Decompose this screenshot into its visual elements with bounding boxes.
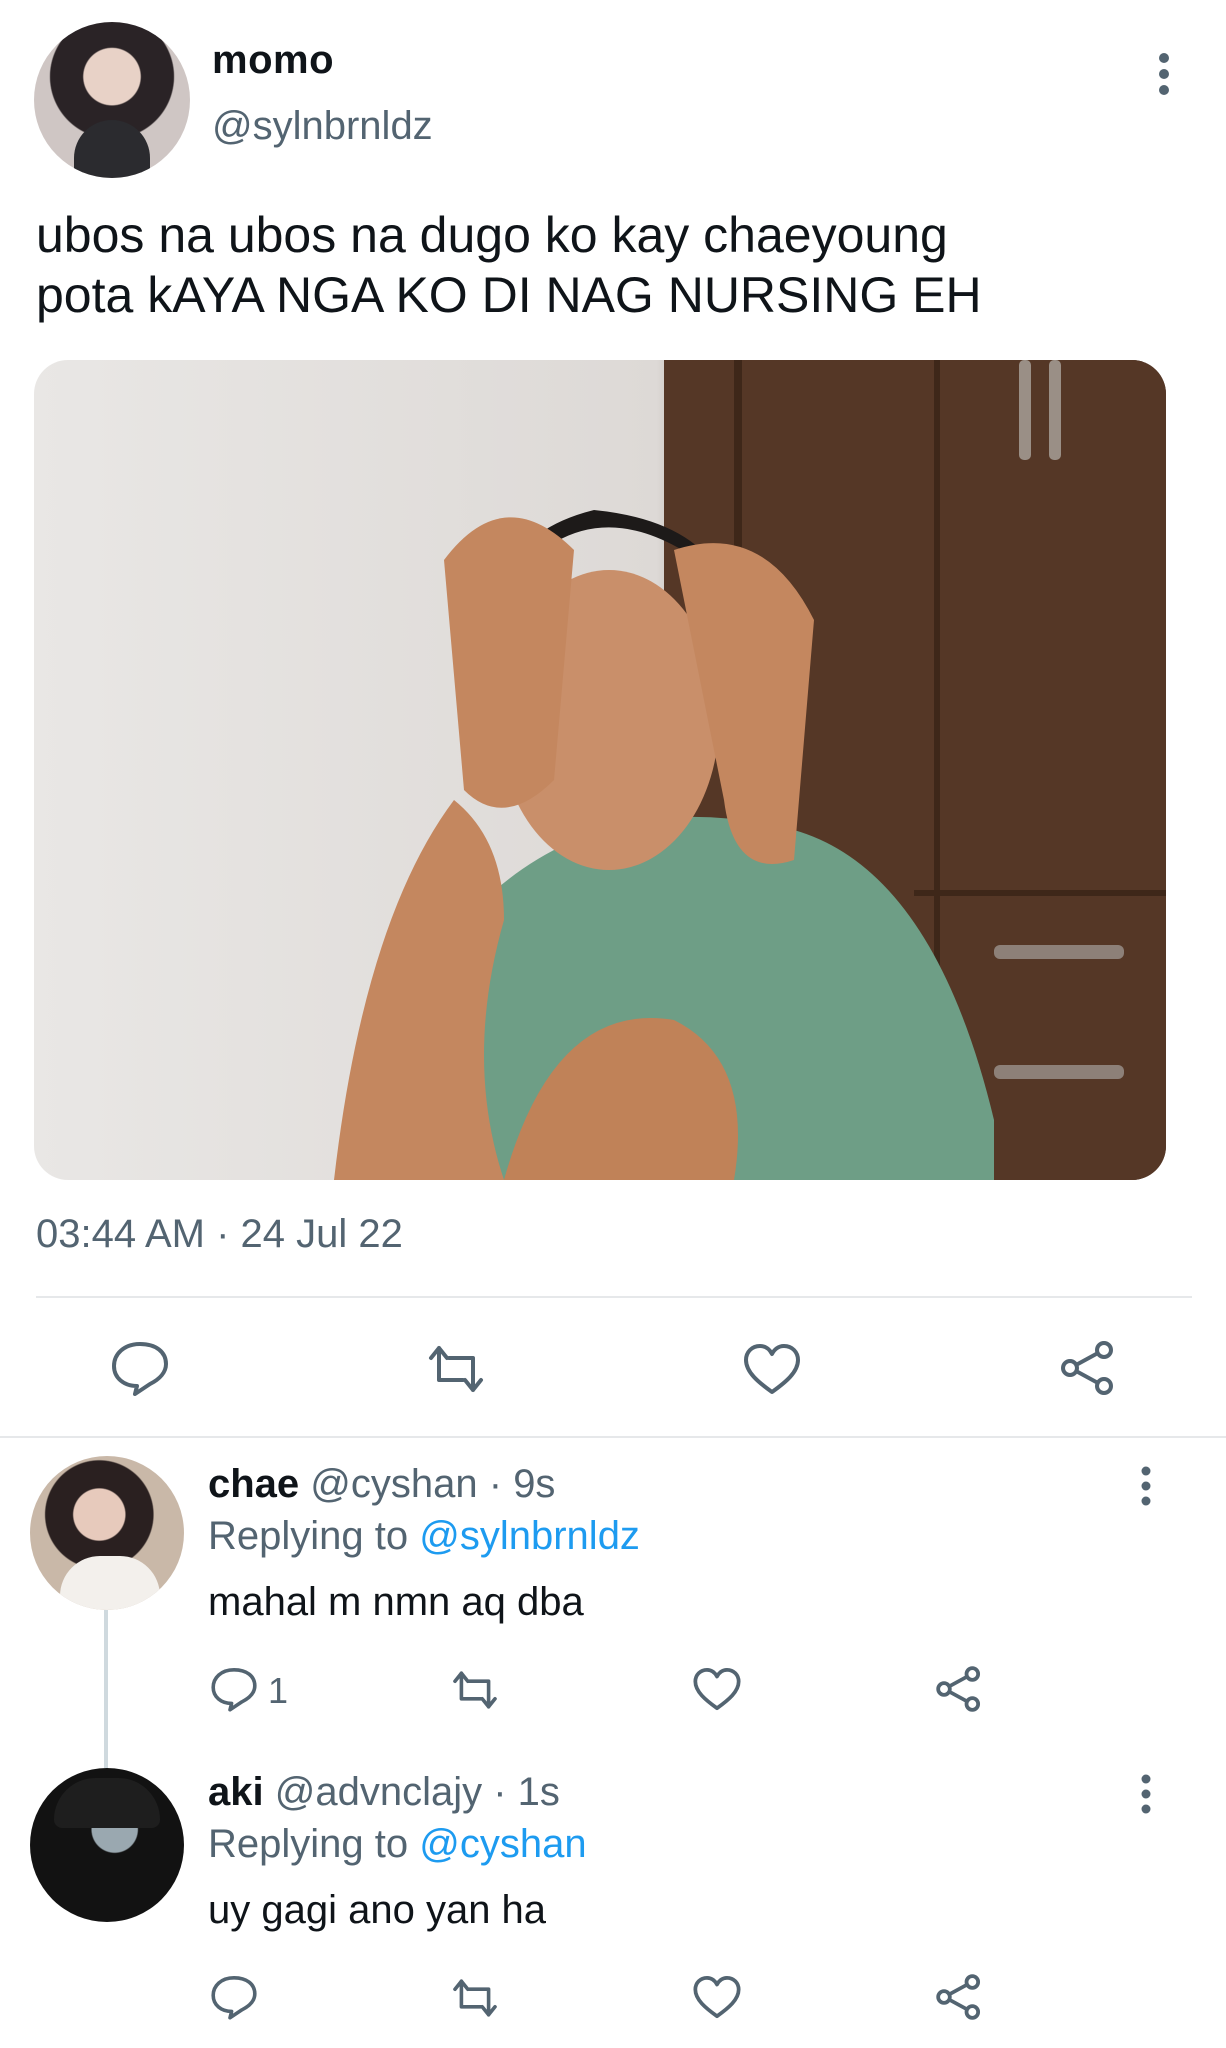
tweet-photo[interactable] — [34, 360, 1166, 1180]
share-icon[interactable] — [934, 1972, 984, 2022]
replying-to-handle[interactable]: @sylnbrnldz — [419, 1514, 640, 1558]
reply-name[interactable]: chae — [208, 1462, 299, 1506]
reply-count: 1 — [268, 1670, 289, 1711]
reply-name[interactable]: aki — [208, 1770, 264, 1814]
reply-text: mahal m nmn aq dba — [208, 1580, 584, 1624]
reply-text: uy gagi ano yan ha — [208, 1888, 547, 1932]
replying-to-label: Replying to — [208, 1514, 409, 1558]
tweet-text-line-2: pota kAYA NGA KO DI NAG NURSING EH — [36, 267, 982, 323]
reply-header: chae @cyshan · 9s — [208, 1462, 555, 1507]
reply-icon[interactable] — [110, 1340, 170, 1396]
tweet-timestamp[interactable]: 03:44 AM · 24 Jul 22 — [36, 1212, 403, 1257]
retweet-icon[interactable] — [448, 1670, 502, 1710]
reply-icon[interactable] — [210, 1974, 258, 2020]
more-options-icon[interactable] — [1132, 1466, 1160, 1506]
author-handle[interactable]: @sylnbrnldz — [212, 104, 433, 149]
reply-avatar[interactable] — [30, 1456, 184, 1610]
reply-icon[interactable] — [210, 1666, 258, 1712]
author-avatar[interactable] — [34, 22, 190, 178]
replying-to: Replying to @sylnbrnldz — [208, 1514, 640, 1559]
reply-handle-time[interactable]: @cyshan · 9s — [310, 1462, 555, 1506]
like-icon[interactable] — [742, 1342, 802, 1396]
retweet-icon[interactable] — [423, 1344, 489, 1394]
reply-handle-time[interactable]: @advnclajy · 1s — [275, 1770, 560, 1814]
replying-to-label: Replying to — [208, 1822, 409, 1866]
reply-header: aki @advnclajy · 1s — [208, 1770, 560, 1815]
share-icon[interactable] — [934, 1664, 984, 1714]
thread-line — [104, 1610, 108, 1768]
replying-to: Replying to @cyshan — [208, 1822, 587, 1867]
divider — [0, 1436, 1226, 1438]
more-options-icon[interactable] — [1132, 1774, 1160, 1814]
retweet-icon[interactable] — [448, 1978, 502, 2018]
tweet-text-line-1: ubos na ubos na dugo ko kay chaeyoung — [36, 207, 948, 263]
like-icon[interactable] — [692, 1666, 742, 1712]
author-name[interactable]: momo — [212, 38, 334, 83]
replying-to-handle[interactable]: @cyshan — [419, 1822, 586, 1866]
divider — [36, 1296, 1192, 1298]
share-icon[interactable] — [1058, 1338, 1118, 1398]
like-icon[interactable] — [692, 1974, 742, 2020]
reply-avatar[interactable] — [30, 1768, 184, 1922]
more-options-icon[interactable] — [1150, 52, 1178, 96]
